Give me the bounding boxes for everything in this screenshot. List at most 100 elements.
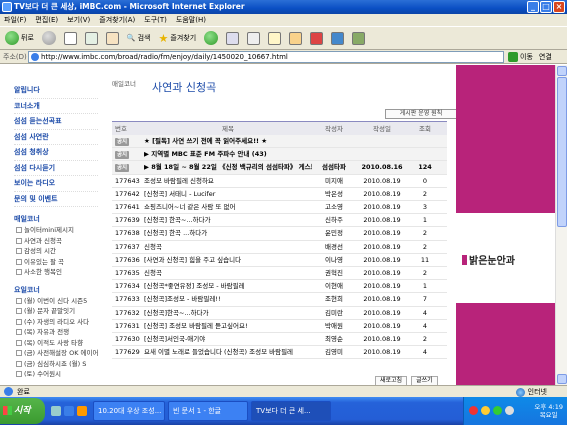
post-author[interactable]: 고소영 (312, 201, 356, 213)
sidebar-subitem[interactable]: (금) 심심하시죠 (월) S (14, 359, 98, 370)
post-author[interactable]: 최영순 (312, 333, 356, 345)
post-title[interactable]: [신청곡]서인국-애기야 (142, 333, 312, 345)
menu-tools[interactable]: 도구(T) (144, 14, 167, 26)
write-button[interactable]: 글쓰기 (411, 376, 438, 385)
post-title[interactable]: 신청곡 (142, 267, 312, 279)
post-title[interactable]: [신청곡] 서태니 - Lucifer (142, 188, 312, 200)
stop-button[interactable] (62, 29, 79, 47)
post-author[interactable]: 김미란 (312, 307, 356, 319)
post-author[interactable]: 신하주 (312, 214, 356, 226)
post-title[interactable]: [신청곡] 한곡 ...하다가 (142, 227, 312, 239)
table-row[interactable]: 177639 [신청곡] 한곡~...하다가 신하주 2010.08.19 1 (112, 214, 447, 228)
post-author[interactable]: 김영미 (312, 346, 356, 358)
post-title[interactable]: [신청곡]한곡~...하다가 (142, 307, 312, 319)
close-button[interactable]: × (553, 1, 565, 13)
menu-favorites[interactable]: 즐겨찾기(A) (99, 14, 135, 26)
post-author[interactable]: 박애원 (312, 320, 356, 332)
table-row[interactable]: 177636 [사연과 신청곡] 힘을 주고 싶습니다 이나영 2010.08.19 1… (112, 254, 447, 267)
post-title[interactable]: [사연과 신청곡] 힘을 주고 싶습니다 (142, 254, 312, 266)
forward-button[interactable] (40, 29, 58, 47)
sidebar-subitem[interactable]: (월) 문자 끝말잇기 (14, 306, 98, 317)
messenger-button[interactable] (308, 29, 325, 47)
post-title[interactable]: 조성모 바람필레 신청하요 (142, 175, 312, 187)
table-row[interactable]: 177632 [신청곡]한곡~...하다가 김미란 2010.08.19 4 (112, 307, 447, 320)
post-title[interactable]: 쇼핑즈니어~너 같은 사람 또 없어 (142, 201, 312, 213)
tray-icon-alert[interactable] (469, 406, 478, 415)
post-author[interactable]: 권혁진 (312, 267, 356, 279)
extra-button[interactable] (350, 29, 367, 47)
sidebar-subitem[interactable]: (토) 수어원시 (14, 369, 98, 380)
scroll-up-arrow[interactable] (557, 66, 567, 76)
taskbar-item-2[interactable]: 빈 문서 1 - 한글 (168, 401, 248, 421)
board-rules-button[interactable]: 게시판 운영 원칙 (385, 109, 457, 119)
start-button[interactable]: 시작 (0, 398, 45, 424)
post-author[interactable]: 배경선 (312, 241, 356, 253)
post-title[interactable]: [신청곡] 조성모 바람필레 듣고싶어요! (142, 320, 312, 332)
table-row[interactable]: 177642 [신청곡] 서태니 - Lucifer 박은성 2010.08.19 2 (112, 188, 447, 201)
search-button[interactable]: 🔍 검색 (125, 29, 153, 47)
media-launch-icon[interactable] (77, 406, 87, 416)
notice-title[interactable]: ▶ 지역별 MBC 표준 FM 주파수 안내 (43) (142, 148, 312, 160)
sidebar-subitem[interactable]: 이유있는 팔 곡 (14, 257, 98, 268)
address-input[interactable]: http://www.imbc.com/broad/radio/fm/enjoy… (28, 50, 504, 63)
post-author[interactable]: 이현애 (312, 280, 356, 292)
sidebar-subitem[interactable]: 사소한 행복인 (14, 267, 98, 278)
menu-help[interactable]: 도움말(H) (176, 14, 206, 26)
post-title[interactable]: [신청곡*좋연유정] 조성모 - 바람필레 (142, 280, 312, 292)
table-row[interactable]: 177633 [신청곡]조성모 - 바람필레!! 조현희 2010.08.19 7 (112, 293, 447, 307)
clock[interactable]: 오후 4:19 목요일 (534, 403, 563, 419)
post-title[interactable]: [신청곡]조성모 - 바람필레!! (142, 293, 312, 305)
sidebar-subitem[interactable]: 사연과 신청곡 (14, 236, 98, 247)
refresh-button[interactable] (83, 29, 100, 47)
table-row[interactable]: 177631 [신청곡] 조성모 바람필레 듣고싶어요! 박애원 2010.08.19… (112, 320, 447, 333)
back-button[interactable]: 뒤로 (3, 29, 36, 47)
table-row[interactable]: 177638 [신청곡] 한곡 ...하다가 윤민정 2010.08.19 2 (112, 227, 447, 241)
post-author[interactable]: 이나영 (312, 254, 356, 266)
notice-row[interactable]: 공지 ▶ 8월 18일 ~ 8월 22일 《신정 백규리의 섬섬타파》 게스트 명… (112, 161, 447, 175)
tray-icon-network[interactable] (493, 406, 502, 415)
table-row[interactable]: 177637 신청곡 배경선 2010.08.19 2 (112, 241, 447, 254)
sidebar-subitem[interactable]: (금) 사전해설장 OK 에이어 인두디 라디오 (14, 348, 98, 359)
table-row[interactable]: 177635 신청곡 권혁진 2010.08.19 2 (112, 267, 447, 281)
menu-file[interactable]: 파일(F) (4, 14, 26, 26)
vertical-scrollbar[interactable] (555, 65, 567, 385)
post-author[interactable]: 박은성 (312, 188, 356, 200)
edit-button[interactable] (266, 29, 283, 47)
sidebar-item-playlist[interactable]: 섬섬 듣는선곡표 (14, 114, 98, 130)
maximize-button[interactable]: □ (540, 1, 552, 13)
sidebar-item-listener-award[interactable]: 섬섬 청취상 (14, 145, 98, 161)
mail-button[interactable] (224, 29, 241, 47)
research-button[interactable] (329, 29, 346, 47)
tray-icon-volume[interactable] (505, 406, 514, 415)
sidebar-subitem[interactable]: (월) 이번이 신다 시즌5 (14, 296, 98, 307)
discuss-button[interactable] (287, 29, 304, 47)
notice-title[interactable]: ★ [필독] 사연 쓰기 전에 꼭 읽어주세요!! ★ (142, 135, 312, 147)
taskbar-item-1[interactable]: 10.20대 우상 조성... (93, 401, 165, 421)
table-row[interactable]: 177643 조성모 바람필레 신청하요 미지애 2010.08.19 0 (112, 175, 447, 188)
tray-icon-messenger[interactable] (481, 406, 490, 415)
minimize-button[interactable]: _ (527, 1, 539, 13)
notice-title[interactable]: ▶ 8월 18일 ~ 8월 22일 《신정 백규리의 섬섬타파》 게스트 명단!… (142, 161, 312, 173)
notice-row[interactable]: 공지 ★ [필독] 사연 쓰기 전에 꼭 읽어주세요!! ★ (112, 135, 447, 149)
sidebar-item-notice[interactable]: 알립니다 (14, 83, 98, 99)
scroll-down-arrow[interactable] (557, 374, 567, 384)
refresh-list-button[interactable]: 새로고침 (375, 376, 408, 385)
menu-edit[interactable]: 편집(E) (35, 14, 58, 26)
sidebar-subitem[interactable]: (수) 자생의 라디오 사다 (14, 317, 98, 328)
table-row[interactable]: 177629 요새 이별 노래로 들었습니다 (신청곡) 조성모 바람필레 김영미 2… (112, 346, 447, 360)
post-title[interactable]: [신청곡] 한곡~...하다가 (142, 214, 312, 226)
post-author[interactable]: 미지애 (312, 175, 356, 187)
history-button[interactable] (202, 29, 220, 47)
sidebar-subitem[interactable]: (목) 이적도 사랑 타향 (14, 338, 98, 349)
links-button[interactable]: 연결 (539, 52, 552, 62)
print-button[interactable] (245, 29, 262, 47)
go-button[interactable]: 이동 (508, 51, 533, 62)
table-row[interactable]: 177634 [신청곡*좋연유정] 조성모 - 바람필레 이현애 2010.08.19… (112, 280, 447, 294)
sidebar-subitem[interactable]: 감성의 시간 (14, 246, 98, 257)
favorites-button[interactable]: ★ 즐겨찾기 (157, 29, 199, 47)
table-row[interactable]: 177641 쇼핑즈니어~너 같은 사람 또 없어 고소영 2010.08.19 3 (112, 201, 447, 215)
sidebar-item-replay[interactable]: 섬섬 다시듣기 (14, 161, 98, 176)
ad-banner[interactable]: 밝은눈안과 (456, 65, 555, 385)
taskbar-item-3[interactable]: TV보다 더 큰 세... (251, 401, 331, 421)
ie-launch-icon[interactable] (64, 406, 74, 416)
